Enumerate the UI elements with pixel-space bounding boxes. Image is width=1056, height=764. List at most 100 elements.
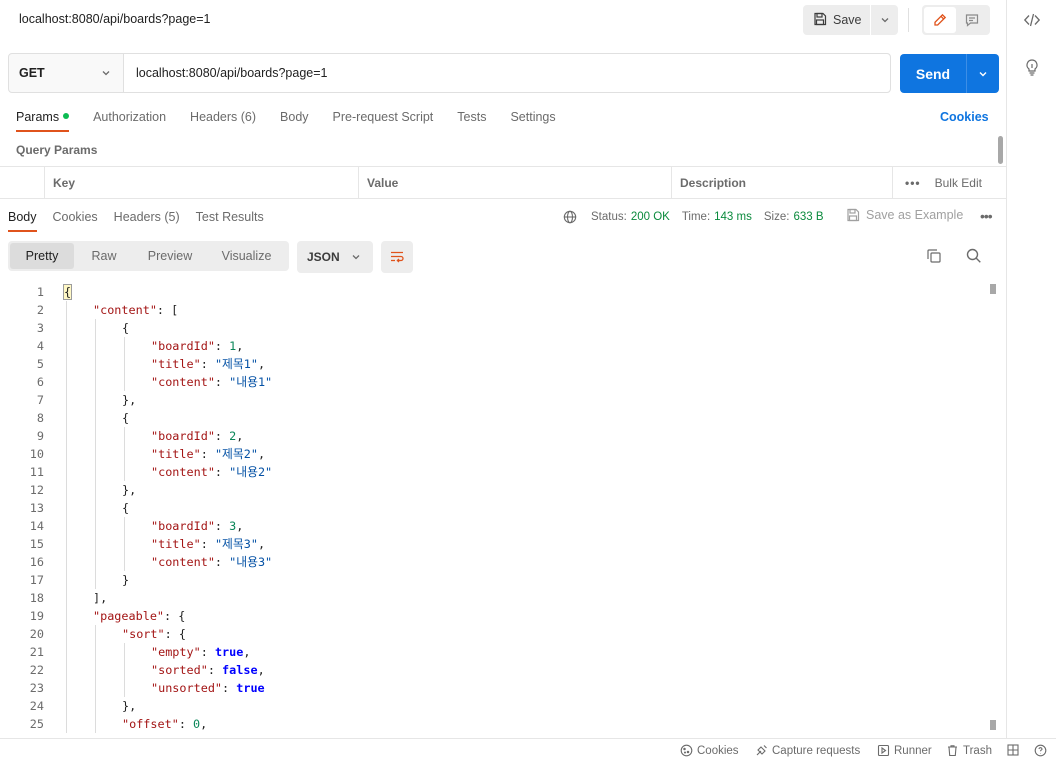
format-select[interactable]: JSON (297, 241, 373, 273)
params-scrollbar[interactable] (998, 136, 1003, 164)
indent-guide (66, 391, 67, 409)
code-token: "boardId" (151, 519, 215, 533)
time-value[interactable]: 143 ms (714, 211, 752, 223)
cookies-link[interactable]: Cookies (940, 110, 989, 124)
indent-guide (124, 535, 125, 553)
code-text: "boardId": 3, (151, 517, 243, 535)
response-body-code[interactable]: 1{2 "content": [3{4 "boardId": 1, 5 "title":… (0, 283, 990, 733)
tab-headers[interactable]: Headers (6) (190, 104, 256, 132)
code-scrollbar-top[interactable] (990, 284, 996, 294)
code-token: , (236, 519, 244, 533)
size-value[interactable]: 633 B (793, 211, 823, 223)
view-mode-group: Pretty Raw Preview Visualize (8, 241, 289, 271)
code-text: { (122, 319, 129, 337)
lightbulb-icon[interactable] (1021, 56, 1043, 78)
response-tab-headers[interactable]: Headers (5) (114, 204, 180, 232)
url-input[interactable] (124, 54, 890, 92)
save-icon (846, 208, 860, 222)
statusbar-capture-label: Capture requests (772, 744, 861, 757)
send-button[interactable]: Send (900, 54, 967, 93)
tab-params[interactable]: Params (16, 104, 70, 132)
response-tab-test-results[interactable]: Test Results (196, 204, 264, 232)
view-visualize[interactable]: Visualize (206, 243, 287, 269)
help-icon[interactable] (1034, 744, 1047, 757)
code-line: 13 { (0, 499, 990, 517)
indent-guide (95, 463, 96, 481)
indent-guide (66, 481, 67, 499)
save-label: Save (833, 13, 862, 27)
indent-guide (66, 607, 67, 625)
copy-icon[interactable] (925, 247, 943, 268)
response-tab-cookies[interactable]: Cookies (53, 204, 98, 232)
line-number: 22 (29, 663, 44, 677)
code-line: 2 "content": [ (0, 301, 990, 319)
code-token: "내용3" (229, 555, 273, 569)
indent-guide (124, 463, 125, 481)
code-scrollbar-bottom[interactable] (990, 720, 996, 730)
code-token: "제목3" (214, 537, 258, 551)
code-token: , (257, 663, 265, 677)
column-value: Value (358, 167, 671, 199)
statusbar-trash[interactable]: Trash (946, 744, 992, 757)
statusbar-capture-requests[interactable]: Capture requests (755, 744, 860, 757)
send-options-chevron-down-icon[interactable] (967, 54, 999, 93)
edit-pencil-icon[interactable] (924, 7, 956, 33)
code-line: 1{ (0, 283, 990, 301)
code-text: "title": "제목3", (151, 535, 265, 553)
code-text: "offset": 0, (122, 715, 207, 733)
view-preview[interactable]: Preview (134, 243, 206, 269)
toolbar-divider (908, 8, 909, 32)
code-snippet-icon[interactable] (1021, 9, 1043, 31)
response-tab-body[interactable]: Body (8, 204, 37, 232)
tab-body[interactable]: Body (280, 104, 309, 132)
indent-guide (66, 535, 67, 553)
code-text: } (122, 571, 129, 589)
more-options-icon[interactable]: ••• (905, 176, 921, 190)
code-token: : (178, 717, 194, 731)
status-value[interactable]: 200 OK (631, 211, 670, 223)
code-text: "unsorted": true (151, 679, 265, 697)
response-more-icon[interactable]: ••• (980, 208, 993, 224)
params-active-dot (63, 113, 70, 119)
tab-authorization[interactable]: Authorization (93, 104, 166, 132)
code-token: : (207, 663, 223, 677)
save-button[interactable]: Save (803, 5, 871, 35)
code-token: "제목1" (214, 357, 258, 371)
right-sidebar (1006, 0, 1056, 738)
code-line: 20 "sort": { (0, 625, 990, 643)
statusbar-cookies[interactable]: Cookies (680, 744, 739, 757)
wrap-lines-icon[interactable] (381, 241, 413, 273)
indent-guide (95, 355, 96, 373)
layout-toggle-icon[interactable] (1007, 744, 1019, 756)
code-token: { (122, 411, 130, 425)
line-number: 14 (29, 519, 44, 533)
code-token: "content" (151, 465, 215, 479)
tab-pre-request-script[interactable]: Pre-request Script (333, 104, 434, 132)
search-icon[interactable] (965, 247, 983, 268)
line-number: 10 (29, 447, 44, 461)
method-select[interactable]: GET (9, 54, 124, 92)
view-pretty[interactable]: Pretty (10, 243, 74, 269)
code-token: : (200, 645, 215, 659)
bulk-edit-button[interactable]: Bulk Edit (935, 176, 982, 190)
view-raw[interactable]: Raw (74, 243, 134, 269)
code-token: }, (122, 483, 137, 497)
indent-guide (95, 715, 96, 733)
code-token: "empty" (151, 645, 201, 659)
request-title[interactable]: localhost:8080/api/boards?page=1 (19, 12, 210, 26)
save-options-chevron-down-icon[interactable] (871, 5, 898, 35)
tab-tests[interactable]: Tests (457, 104, 486, 132)
tab-settings[interactable]: Settings (510, 104, 555, 132)
url-bar: GET (8, 53, 891, 93)
save-as-example-button[interactable]: Save as Example (846, 208, 963, 222)
comments-icon[interactable] (956, 7, 988, 33)
indent-guide (95, 481, 96, 499)
line-number: 19 (29, 609, 44, 623)
code-text: "title": "제목2", (151, 445, 265, 463)
code-token: "내용2" (229, 465, 273, 479)
line-number: 2 (36, 303, 44, 317)
statusbar-runner[interactable]: Runner (877, 744, 932, 757)
indent-guide (66, 373, 67, 391)
line-number: 21 (29, 645, 44, 659)
globe-icon[interactable] (563, 210, 577, 224)
